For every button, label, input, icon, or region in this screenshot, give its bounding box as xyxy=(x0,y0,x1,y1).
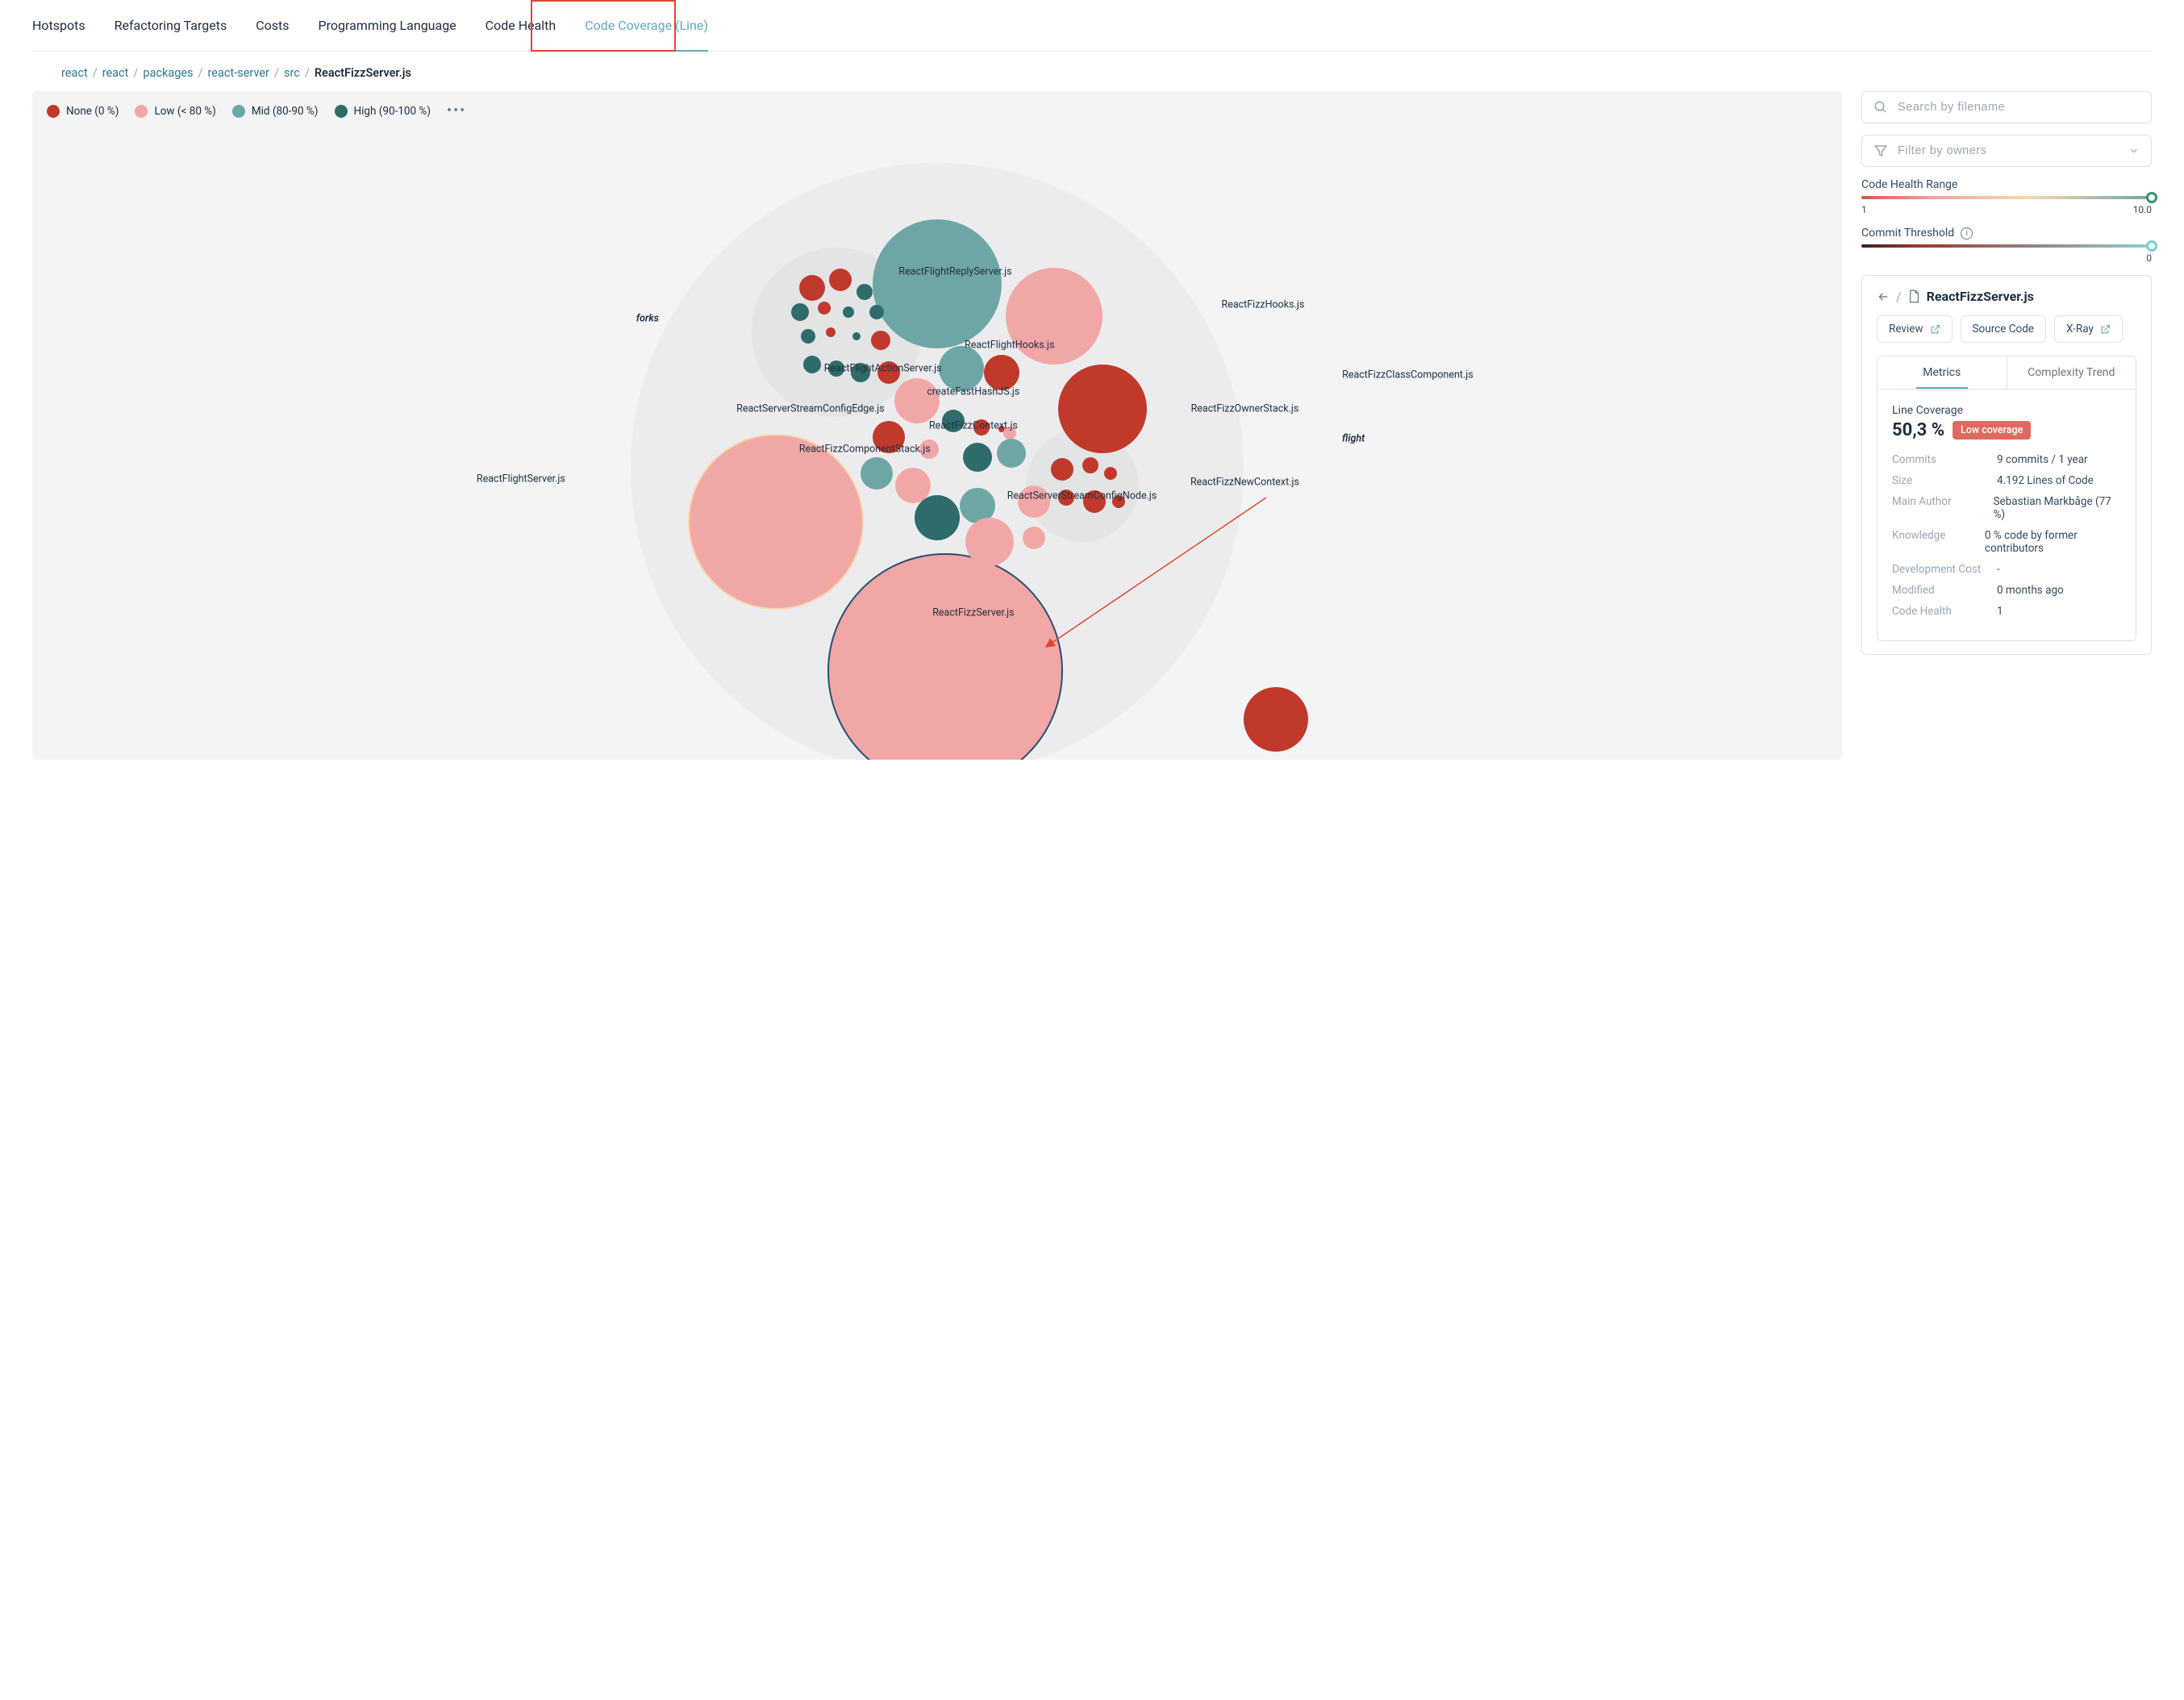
filter-input[interactable] xyxy=(1898,144,2119,157)
filter-box[interactable] xyxy=(1861,135,2152,167)
kv-health: 1 xyxy=(1997,605,2003,618)
tab-hotspots[interactable]: Hotspots xyxy=(32,18,85,51)
coverage-badge: Low coverage xyxy=(1953,421,2031,440)
legend-high: High (90-100 %) xyxy=(335,105,431,118)
kv-knowledge: 0 % code by former contributors xyxy=(1985,529,2121,555)
crumb-4[interactable]: src xyxy=(284,66,300,80)
subtab-metrics[interactable]: Metrics xyxy=(1878,356,2007,389)
crumb-0[interactable]: react xyxy=(61,66,88,80)
xray-button[interactable]: X-Ray xyxy=(2054,315,2123,343)
health-slider[interactable]: Code Health Range 110.0 xyxy=(1861,178,2152,215)
external-link-icon xyxy=(2100,324,2111,335)
bubble-fizzhooks[interactable] xyxy=(1006,268,1102,365)
kv-commits: 9 commits / 1 year xyxy=(1997,453,2088,466)
tab-costs[interactable]: Costs xyxy=(256,18,289,51)
legend-mid: Mid (80-90 %) xyxy=(232,105,319,118)
bubble-flightreply[interactable] xyxy=(873,219,1002,348)
kv-cost: - xyxy=(1997,563,2000,576)
subtab-complexity[interactable]: Complexity Trend xyxy=(2007,356,2136,389)
tab-language[interactable]: Programming Language xyxy=(319,18,456,51)
crumb-current: ReactFizzServer.js xyxy=(315,66,411,80)
bubble-svg[interactable] xyxy=(32,131,1842,760)
tab-coverage[interactable]: Code Coverage (Line) xyxy=(585,18,708,51)
collapse-icon[interactable] xyxy=(1877,290,1890,303)
metrics-body: Line Coverage 50,3 % Low coverage Commit… xyxy=(1877,390,2136,641)
card-filename: ReactFizzServer.js xyxy=(1927,289,2034,304)
review-button[interactable]: Review xyxy=(1877,315,1953,343)
legend-more-icon[interactable]: ••• xyxy=(447,102,466,119)
metric-title: Line Coverage xyxy=(1892,404,2121,417)
search-icon xyxy=(1873,100,1888,115)
kv-modified: 0 months ago xyxy=(1997,584,2064,597)
bubble-classcomp[interactable] xyxy=(1058,365,1147,453)
legend-low: Low (< 80 %) xyxy=(135,105,215,118)
bubble-chart-panel: None (0 %) Low (< 80 %) Mid (80-90 %) Hi… xyxy=(32,91,1842,760)
card-subtabs: Metrics Complexity Trend xyxy=(1877,356,2136,390)
crumb-3[interactable]: react-server xyxy=(208,66,269,80)
bubble-reactflightserver[interactable] xyxy=(689,435,863,609)
source-button[interactable]: Source Code xyxy=(1961,315,2046,343)
kv-size: 4.192 Lines of Code xyxy=(1997,474,2094,487)
crumb-1[interactable]: react xyxy=(102,66,129,80)
top-tabs: Hotspots Refactoring Targets Costs Progr… xyxy=(32,0,2152,52)
external-link-icon xyxy=(1930,324,1940,335)
tab-refactoring[interactable]: Refactoring Targets xyxy=(115,18,227,51)
commit-slider[interactable]: Commit Thresholdi 0 xyxy=(1861,227,2152,264)
side-panel: Code Health Range 110.0 Commit Threshold… xyxy=(1861,91,2152,760)
filter-icon xyxy=(1873,144,1888,158)
details-card: / ReactFizzServer.js Review Source Code … xyxy=(1861,275,2152,655)
legend-none: None (0 %) xyxy=(47,105,119,118)
kv-author: Sebastian Markbåge (77 %) xyxy=(1993,495,2121,521)
tab-codehealth[interactable]: Code Health xyxy=(486,18,556,51)
breadcrumb: react/ react/ packages/ react-server/ sr… xyxy=(61,66,2152,80)
metric-value: 50,3 % xyxy=(1892,420,1944,440)
info-icon[interactable]: i xyxy=(1961,227,1973,240)
file-icon xyxy=(1908,290,1920,303)
chevron-down-icon xyxy=(2128,145,2140,156)
legend: None (0 %) Low (< 80 %) Mid (80-90 %) Hi… xyxy=(32,91,1842,131)
search-input[interactable] xyxy=(1898,101,2140,114)
search-box[interactable] xyxy=(1861,91,2152,123)
crumb-2[interactable]: packages xyxy=(143,66,193,80)
